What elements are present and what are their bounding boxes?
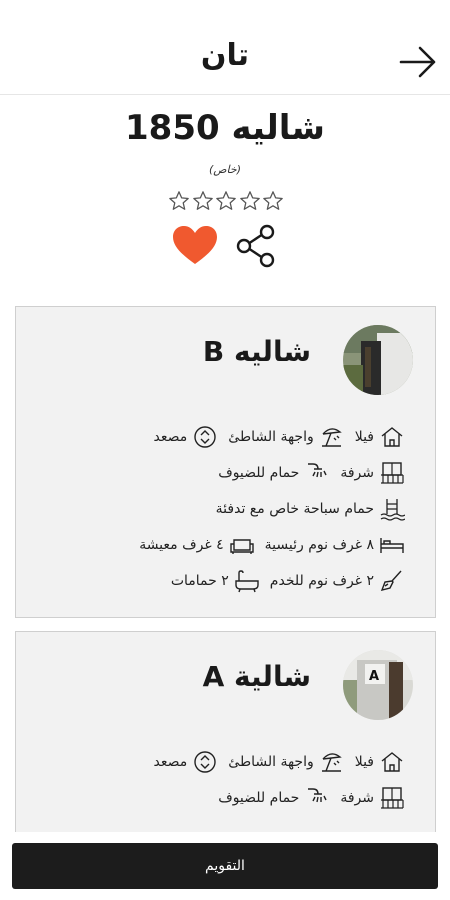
- feature-label: فيلا: [354, 754, 374, 770]
- feature-elevator: مصعد: [154, 424, 219, 450]
- top-bar: تان: [0, 0, 450, 95]
- feature-elevator: مصعد: [154, 749, 219, 775]
- rating-stars[interactable]: [168, 190, 284, 214]
- feature-beachfront: واجهة الشاطئ: [228, 749, 344, 775]
- property-subtitle: (خاص): [208, 163, 242, 176]
- star-icon[interactable]: [262, 190, 284, 212]
- star-icon[interactable]: [192, 190, 214, 212]
- star-icon[interactable]: [239, 190, 261, 212]
- bathtub-icon: [235, 570, 259, 593]
- broom-icon: [380, 570, 402, 592]
- elevator-icon: [194, 426, 216, 448]
- svg-text:A: A: [369, 669, 379, 684]
- unit-name: شاليه B: [202, 335, 311, 368]
- feature-row: فيلا واجهة الشاطئ مصعد: [25, 419, 405, 455]
- feature-pool: حمام سباحة خاص مع تدفئة: [216, 496, 405, 522]
- rate-button[interactable]: التقويم: [12, 843, 438, 889]
- header-title: تان: [200, 38, 250, 73]
- bed-icon: [380, 538, 404, 553]
- shower-icon: [308, 463, 327, 478]
- feature-row: فيلا واجهة الشاطئ مصعد: [25, 744, 405, 780]
- feature-label: ٨ غرف نوم رئيسية: [264, 537, 374, 553]
- feature-row: ٨ غرف نوم رئيسية ٤ غرف معيشة: [25, 527, 405, 563]
- feature-master-bedrooms: ٨ غرف نوم رئيسية: [265, 532, 405, 558]
- unit-card[interactable]: شاليه B فيلا واجهة الشاطئ مصعد شرفة حمام…: [15, 306, 436, 618]
- sofa-icon: [229, 539, 254, 554]
- balcony-icon: [381, 787, 404, 809]
- feature-label: واجهة الشاطئ: [228, 429, 314, 445]
- feature-row: ٢ غرف نوم للخدم ٢ حمامات: [25, 563, 405, 599]
- feature-label: حمام سباحة خاص مع تدفئة: [215, 501, 374, 517]
- feature-label: ٢ حمامات: [170, 573, 229, 589]
- elevator-icon: [194, 751, 216, 773]
- feature-label: حمام للضيوف: [218, 790, 300, 806]
- feature-bathrooms: ٢ حمامات: [171, 568, 260, 594]
- unit-photo: A: [343, 650, 413, 720]
- house-icon: [381, 427, 403, 447]
- feature-villa: فيلا: [355, 424, 405, 450]
- feature-balcony: شرفة: [340, 785, 405, 811]
- feature-label: مصعد: [153, 754, 188, 770]
- feature-balcony: شرفة: [340, 460, 405, 486]
- feature-label: ٤ غرف معيشة: [139, 537, 224, 553]
- unit-photo: [343, 325, 413, 395]
- feature-maid-rooms: ٢ غرف نوم للخدم: [270, 568, 405, 594]
- feature-label: ٢ غرف نوم للخدم: [269, 573, 374, 589]
- heart-icon[interactable]: [171, 224, 219, 266]
- star-icon[interactable]: [215, 190, 237, 212]
- share-icon[interactable]: [235, 224, 277, 268]
- property-name: شاليه 1850: [125, 108, 325, 148]
- feature-guest-bath: حمام للضيوف: [218, 460, 330, 486]
- feature-label: مصعد: [153, 429, 188, 445]
- feature-label: شرفة: [340, 465, 374, 481]
- beach-umbrella-icon: [321, 428, 342, 447]
- feature-label: فيلا: [354, 429, 374, 445]
- pool-ladder-icon: [380, 499, 405, 521]
- arrow-right-icon[interactable]: [398, 42, 438, 82]
- feature-beachfront: واجهة الشاطئ: [228, 424, 344, 450]
- feature-label: شرفة: [340, 790, 374, 806]
- house-icon: [381, 752, 403, 772]
- feature-living-rooms: ٤ غرف معيشة: [139, 532, 254, 558]
- unit-name: شالية A: [202, 660, 311, 693]
- feature-label: حمام للضيوف: [218, 465, 300, 481]
- feature-guest-bath: حمام للضيوف: [218, 785, 330, 811]
- shower-icon: [308, 788, 327, 803]
- star-icon[interactable]: [168, 190, 190, 212]
- feature-row: شرفة حمام للضيوف: [25, 780, 405, 816]
- balcony-icon: [381, 462, 404, 484]
- beach-umbrella-icon: [321, 753, 342, 772]
- feature-label: واجهة الشاطئ: [228, 754, 314, 770]
- feature-villa: فيلا: [355, 749, 405, 775]
- unit-card[interactable]: A شالية A فيلا واجهة الشاطئ مصعد شرفة حم…: [15, 631, 436, 851]
- feature-row: حمام سباحة خاص مع تدفئة: [25, 491, 405, 527]
- feature-row: شرفة حمام للضيوف: [25, 455, 405, 491]
